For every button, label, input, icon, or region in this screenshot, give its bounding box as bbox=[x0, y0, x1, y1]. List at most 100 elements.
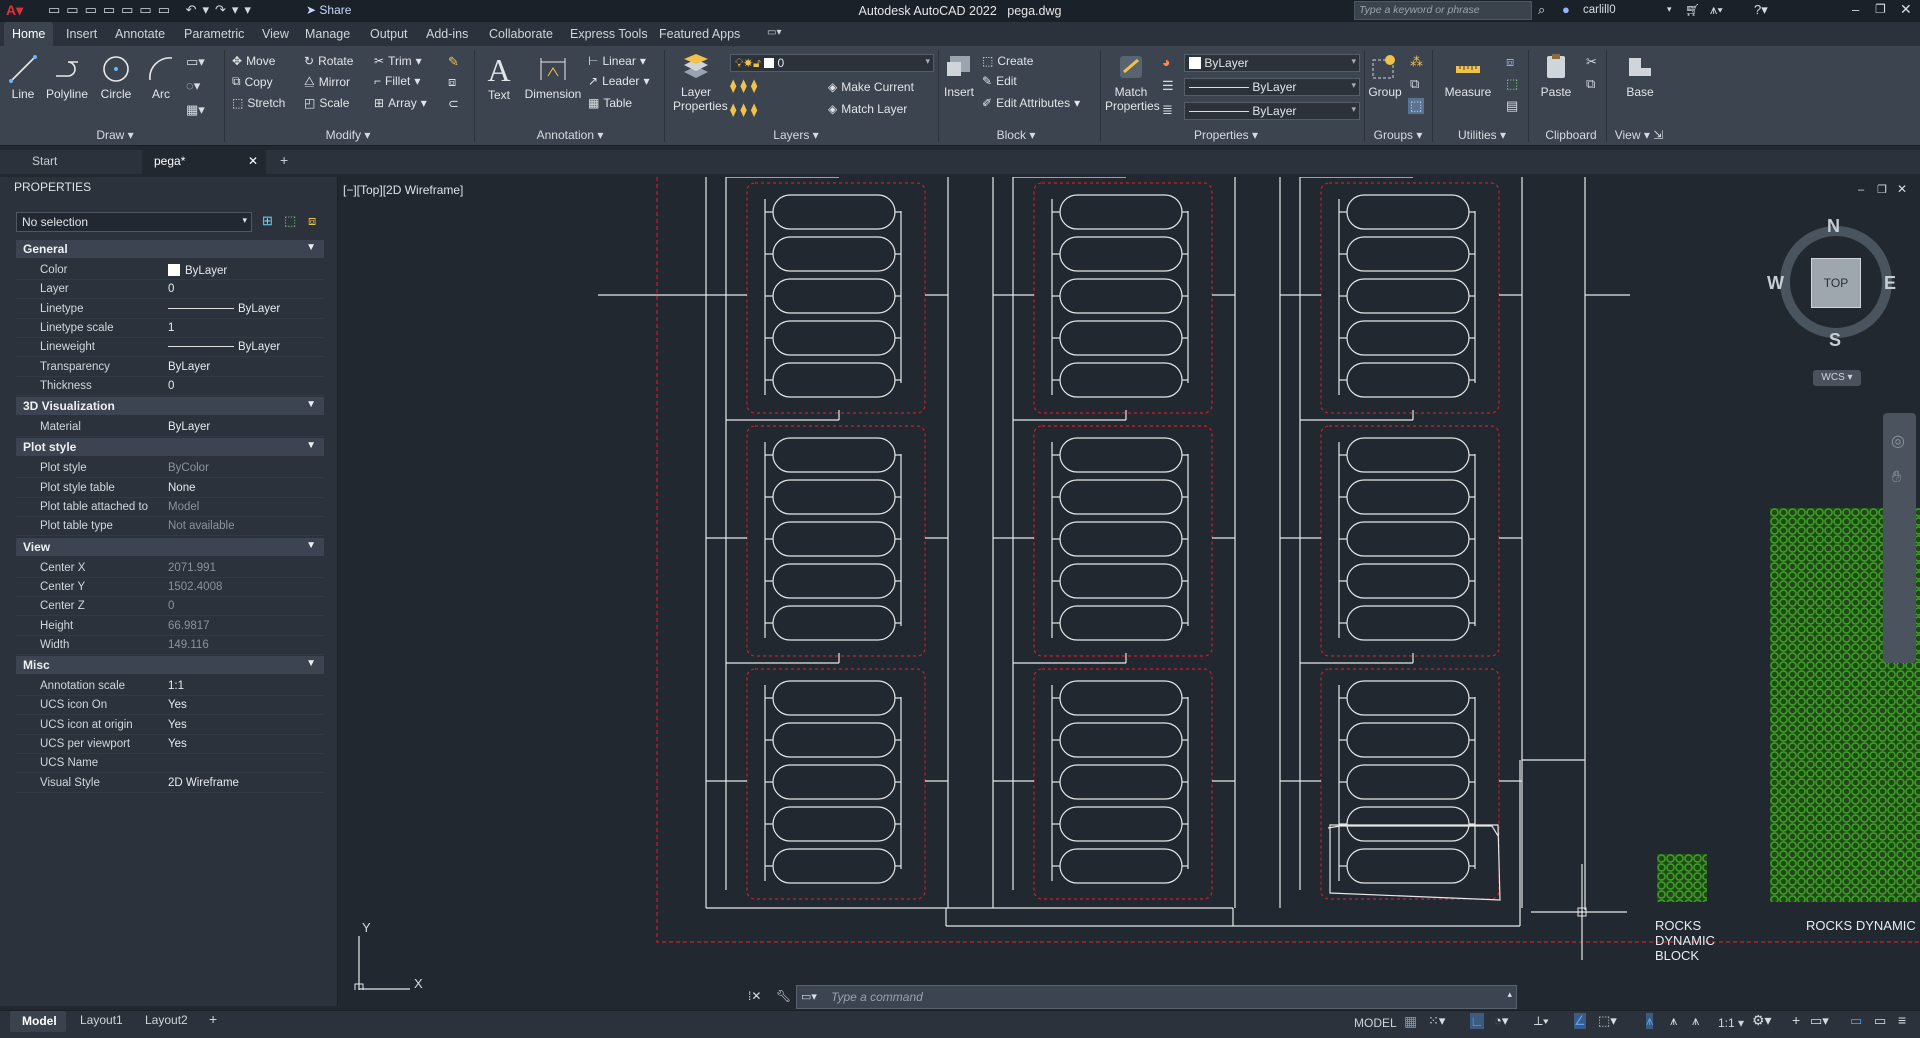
rocks-hatch-small[interactable] bbox=[1657, 854, 1707, 902]
doc-tab-pega[interactable]: pega* ✕ bbox=[142, 150, 266, 174]
property-row[interactable]: Center X 2071.991 bbox=[16, 559, 324, 578]
arc-button[interactable]: Arc bbox=[146, 54, 176, 101]
drip-loop[interactable] bbox=[1346, 362, 1470, 398]
command-history-icon[interactable]: ▭▾ bbox=[801, 990, 817, 1003]
selection-dropdown[interactable]: No selection ▾ bbox=[16, 212, 252, 232]
drip-loop[interactable] bbox=[1059, 848, 1183, 884]
drip-loop[interactable] bbox=[1059, 680, 1183, 716]
drip-loop[interactable] bbox=[1059, 722, 1183, 758]
layer-tool-icons-row2[interactable]: ⧫⧫⧫ bbox=[730, 102, 761, 118]
drip-loop[interactable] bbox=[1346, 764, 1470, 800]
drip-loop[interactable] bbox=[1346, 236, 1470, 272]
property-row[interactable]: Plot style ByColor bbox=[16, 459, 324, 479]
drip-loop[interactable] bbox=[772, 605, 896, 641]
tab-insert[interactable]: Insert bbox=[66, 27, 97, 41]
property-row[interactable]: UCS per viewport Yes bbox=[16, 735, 324, 754]
lineweight-dropdown[interactable]: ByLayer ▾ bbox=[1184, 102, 1360, 120]
property-value[interactable]: 0 bbox=[168, 380, 174, 392]
offset-icon[interactable]: ⊂ bbox=[448, 96, 459, 112]
fillet-button[interactable]: ⌐ Fillet ▾ bbox=[374, 74, 420, 88]
property-row[interactable]: Transparency ByLayer bbox=[16, 358, 324, 377]
section-view[interactable]: View ▼ bbox=[16, 537, 324, 556]
property-row[interactable]: Layer 0 bbox=[16, 280, 324, 300]
annotation-visibility-icon[interactable]: ⩚ bbox=[1646, 1013, 1654, 1029]
collapse-arrow-icon[interactable]: ▼ bbox=[306, 658, 316, 669]
drip-loop[interactable] bbox=[1346, 848, 1470, 884]
osnap-toggle-icon[interactable]: ∠ bbox=[1574, 1013, 1586, 1029]
cut-icon[interactable]: ✂ bbox=[1586, 54, 1597, 70]
property-value[interactable]: 0 bbox=[168, 600, 174, 612]
property-value[interactable]: ByLayer bbox=[168, 264, 227, 277]
property-value[interactable]: 0 bbox=[168, 283, 174, 295]
drip-loop[interactable] bbox=[772, 680, 896, 716]
property-row[interactable]: UCS icon at origin Yes bbox=[16, 716, 324, 735]
circle-button[interactable]: Circle bbox=[96, 54, 136, 101]
basin-lip[interactable] bbox=[1327, 825, 1499, 837]
command-customize-icon[interactable]: 🔧︎ bbox=[776, 989, 791, 1003]
quick-properties-icon[interactable]: ▭ bbox=[1850, 1013, 1862, 1029]
modify-panel-title[interactable]: Modify ▾ bbox=[318, 128, 378, 142]
property-row[interactable]: Linetype ByLayer bbox=[16, 300, 324, 319]
minimize-button[interactable]: – bbox=[1852, 2, 1859, 17]
autoscale-icon[interactable]: ⩚ bbox=[1670, 1013, 1677, 1029]
ribbon-toggle-icon[interactable]: ▭▾ bbox=[767, 27, 781, 38]
lineweight-icon[interactable]: ≣ bbox=[1162, 102, 1173, 118]
drip-loop[interactable] bbox=[1059, 605, 1183, 641]
drip-loop[interactable] bbox=[772, 806, 896, 842]
property-row[interactable]: Color ByLayer bbox=[16, 261, 324, 280]
base-view-button[interactable]: Base bbox=[1622, 52, 1658, 99]
collapse-arrow-icon[interactable]: ▼ bbox=[306, 540, 316, 551]
layer-dropdown[interactable]: 💡︎☀︎🔓︎ 0 ▾ bbox=[730, 54, 934, 72]
section-3d-visualization[interactable]: 3D Visualization ▼ bbox=[16, 397, 324, 416]
customization-menu-icon[interactable]: ≡ bbox=[1898, 1012, 1906, 1028]
drip-loop[interactable] bbox=[772, 479, 896, 515]
drip-loop[interactable] bbox=[1059, 236, 1183, 272]
property-value[interactable]: ByLayer bbox=[168, 361, 210, 373]
property-value[interactable]: 2071.991 bbox=[168, 562, 216, 574]
drip-loop[interactable] bbox=[1346, 194, 1470, 230]
command-expand-icon[interactable]: ▴ bbox=[1507, 989, 1512, 1000]
toggle-pickadd-icon[interactable]: ⊞ bbox=[262, 213, 273, 229]
drip-loop[interactable] bbox=[1059, 320, 1183, 356]
property-row[interactable]: Lineweight ByLayer bbox=[16, 338, 324, 358]
snap-toggle-icon[interactable]: ⁙▾ bbox=[1428, 1013, 1445, 1029]
workspace-gear-icon[interactable]: ⚙▾ bbox=[1752, 1012, 1772, 1029]
paste-button[interactable]: Paste bbox=[1536, 52, 1576, 99]
tab-addins[interactable]: Add-ins bbox=[426, 27, 468, 41]
polyline-button[interactable]: Polyline bbox=[44, 54, 90, 101]
drip-loop[interactable] bbox=[772, 362, 896, 398]
property-row[interactable]: UCS Name bbox=[16, 754, 324, 774]
drip-loop[interactable] bbox=[1346, 605, 1470, 641]
new-tab-button[interactable]: + bbox=[280, 152, 288, 168]
property-value[interactable]: Not available bbox=[168, 520, 234, 532]
copy-button[interactable]: ⧉ Copy bbox=[232, 74, 273, 89]
layout-tab-layout1[interactable]: Layout1 bbox=[80, 1013, 123, 1027]
autodesk-app-icon[interactable]: ⩚▾ bbox=[1710, 2, 1723, 18]
section-general[interactable]: General ▼ bbox=[16, 240, 324, 258]
scale-button[interactable]: ◰ Scale bbox=[304, 96, 349, 110]
insert-button[interactable]: Insert bbox=[942, 52, 976, 99]
drip-loop[interactable] bbox=[772, 521, 896, 557]
property-value[interactable]: ByColor bbox=[168, 462, 209, 474]
close-tab-icon[interactable]: ✕ bbox=[248, 154, 258, 168]
property-row[interactable]: Width 149.116 bbox=[16, 636, 324, 655]
make-current-button[interactable]: ◈ Make Current bbox=[828, 80, 914, 94]
property-value[interactable]: 1 bbox=[168, 322, 174, 334]
property-value[interactable]: Yes bbox=[168, 738, 187, 750]
array-button[interactable]: ⊞ Array ▾ bbox=[374, 96, 427, 110]
wcs-menu[interactable]: WCS ▾ bbox=[1813, 370, 1861, 386]
steering-wheel-icon[interactable]: ◎ bbox=[1891, 431, 1905, 451]
viewport-controls-label[interactable]: [−][Top][2D Wireframe] bbox=[343, 183, 463, 197]
ellipse-icon[interactable]: ◌▾ bbox=[186, 78, 200, 94]
edit-attributes-button[interactable]: ✐ Edit Attributes ▾ bbox=[982, 96, 1080, 110]
tab-parametric[interactable]: Parametric bbox=[184, 27, 244, 41]
property-value[interactable]: 1:1 bbox=[168, 680, 184, 692]
draw-panel-title[interactable]: Draw ▾ bbox=[90, 128, 140, 142]
edit-block-button[interactable]: ✎ Edit bbox=[982, 74, 1017, 88]
compass-south[interactable]: S bbox=[1829, 330, 1841, 351]
drip-loop[interactable] bbox=[1059, 194, 1183, 230]
site-boundary[interactable] bbox=[656, 177, 1920, 943]
color-dropdown[interactable]: ByLayer ▾ bbox=[1184, 54, 1360, 72]
group-edit-icon[interactable]: ⧉ bbox=[1410, 76, 1419, 92]
property-value[interactable]: None bbox=[168, 482, 196, 494]
